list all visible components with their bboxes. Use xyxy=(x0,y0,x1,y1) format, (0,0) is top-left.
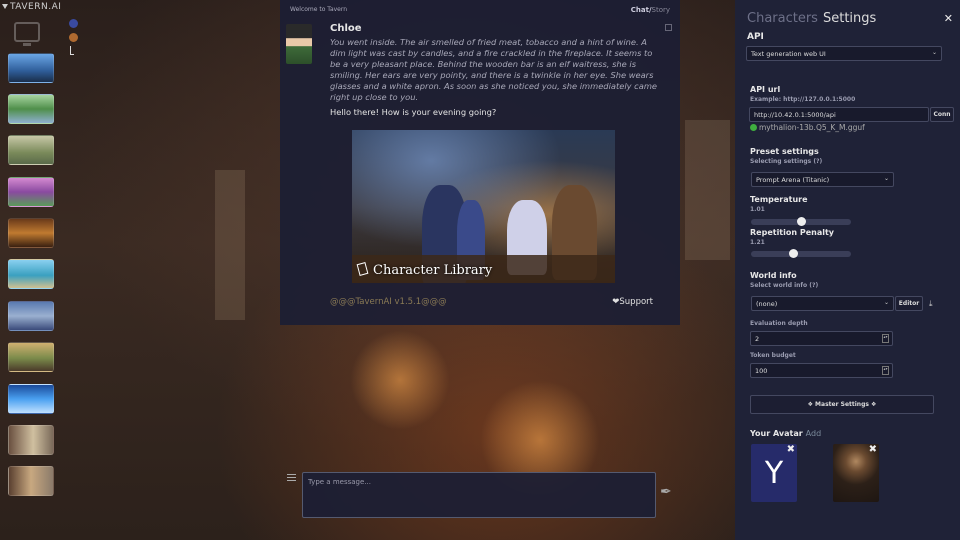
background-thumbnail[interactable] xyxy=(8,425,54,455)
message-narration: You went inside. The air smelled of frie… xyxy=(330,37,658,102)
edit-message-icon[interactable] xyxy=(665,24,672,31)
chevron-down-icon: ⌄ xyxy=(883,299,889,306)
mode-chat[interactable]: Chat xyxy=(631,6,649,14)
background-candle-light xyxy=(350,330,450,430)
api-url-example: Example: http://127.0.0.1:5000 xyxy=(750,96,856,103)
chevron-down-icon: ⌄ xyxy=(931,49,937,56)
chevron-down-icon: ⌄ xyxy=(883,175,889,182)
rep-penalty-slider[interactable] xyxy=(751,249,851,258)
background-thumbnail[interactable] xyxy=(8,218,54,248)
connect-button[interactable]: Conn xyxy=(930,107,954,122)
background-thumbnail[interactable] xyxy=(8,342,54,372)
temperature-label: Temperature xyxy=(750,195,808,204)
left-background-gallery: TAVERN.AI xyxy=(0,0,90,540)
remove-avatar-icon[interactable]: ✖ xyxy=(787,444,795,455)
background-thumbnail[interactable] xyxy=(8,53,54,83)
master-settings-button[interactable]: ❖ Master Settings ❖ xyxy=(750,395,934,414)
world-info-label: World info xyxy=(750,271,797,280)
add-avatar-link[interactable]: Add xyxy=(806,429,822,438)
send-feather-icon[interactable]: ✒ xyxy=(660,484,672,500)
background-window-right xyxy=(685,120,730,260)
cursor-icon xyxy=(70,46,74,55)
background-thumbnail[interactable] xyxy=(8,135,54,165)
user-avatar-portrait[interactable]: ✖ xyxy=(833,444,879,502)
background-thumbnail[interactable] xyxy=(8,259,54,289)
api-url-label: API url xyxy=(750,85,781,94)
message-greeting: Hello there! How is your evening going? xyxy=(330,107,497,117)
background-thumbnail[interactable] xyxy=(8,94,54,124)
settings-tabs: Characters Settings xyxy=(747,11,876,26)
rep-penalty-value: 1.21 xyxy=(750,239,765,246)
slider-knob[interactable] xyxy=(788,249,798,258)
close-icon[interactable]: ✕ xyxy=(944,12,953,25)
eval-depth-input[interactable]: 2 ▴▾ xyxy=(750,331,893,346)
screen-icon[interactable] xyxy=(14,22,40,46)
world-info-sub: Select world info (?) xyxy=(750,282,819,289)
avatar-letter: Y xyxy=(764,456,784,491)
preset-sub: Selecting settings (?) xyxy=(750,158,823,165)
background-thumbnail[interactable] xyxy=(8,177,54,207)
tab-settings[interactable]: Settings xyxy=(823,11,876,26)
options-menu-icon[interactable] xyxy=(287,474,296,483)
rep-penalty-label: Repetition Penalty xyxy=(750,228,835,237)
model-status: mythalion-13b.Q5_K_M.gguf xyxy=(759,123,865,132)
api-select[interactable]: Text generation web UI ⌄ xyxy=(746,46,942,61)
user-avatar-default[interactable]: Y ✖ xyxy=(751,444,797,502)
tab-characters[interactable]: Characters xyxy=(747,11,818,26)
temperature-slider[interactable] xyxy=(751,217,851,226)
world-info-editor-button[interactable]: Editor xyxy=(895,296,923,311)
background-thumbnail[interactable] xyxy=(8,384,54,414)
background-window-left xyxy=(215,170,245,320)
version-label: @@@TavernAI v1.5.1@@@ xyxy=(330,297,447,307)
token-budget-input[interactable]: 100 ▴▾ xyxy=(750,363,893,378)
api-url-input[interactable]: http://10.42.0.1:5000/api xyxy=(749,107,929,122)
color-swatch-orange[interactable] xyxy=(69,33,78,42)
chat-header-title: Welcome to Tavern xyxy=(290,6,348,13)
stepper-icon[interactable]: ▴▾ xyxy=(882,334,889,343)
card-icon xyxy=(356,262,369,276)
preset-label: Preset settings xyxy=(750,147,819,156)
api-label: API xyxy=(747,32,764,42)
import-icon[interactable]: ⤓ xyxy=(929,299,933,309)
remove-avatar-icon[interactable]: ✖ xyxy=(869,444,877,455)
background-thumbnail[interactable] xyxy=(8,301,54,331)
character-library-image[interactable]: Character Library xyxy=(352,130,615,283)
stepper-icon[interactable]: ▴▾ xyxy=(882,366,889,375)
message-author: Chloe xyxy=(330,23,362,34)
world-info-select[interactable]: (none) ⌄ xyxy=(751,296,894,311)
connection-status-dot xyxy=(750,124,757,131)
character-library-caption: Character Library xyxy=(356,262,492,278)
message-input-placeholder: Type a message... xyxy=(308,478,371,486)
app-logo[interactable]: TAVERN.AI xyxy=(2,2,61,12)
color-swatch-blue[interactable] xyxy=(69,19,78,28)
support-link[interactable]: ❤Support xyxy=(612,297,653,307)
token-budget-label: Token budget xyxy=(750,352,796,359)
chat-panel: Welcome to Tavern Chat/Story Chloe You w… xyxy=(280,0,680,325)
chat-story-toggle[interactable]: Chat/Story xyxy=(631,6,670,14)
character-avatar[interactable] xyxy=(286,24,312,64)
mode-story[interactable]: Story xyxy=(652,6,671,14)
eval-depth-label: Evaluation depth xyxy=(750,320,808,327)
background-thumbnail[interactable] xyxy=(8,466,54,496)
your-avatar-label: Your Avatar Add xyxy=(750,429,822,438)
temperature-value: 1.01 xyxy=(750,206,765,213)
message-input[interactable]: Type a message... xyxy=(302,472,656,518)
slider-knob[interactable] xyxy=(796,217,806,226)
preset-select[interactable]: Prompt Arena (Titanic) ⌄ xyxy=(751,172,894,187)
